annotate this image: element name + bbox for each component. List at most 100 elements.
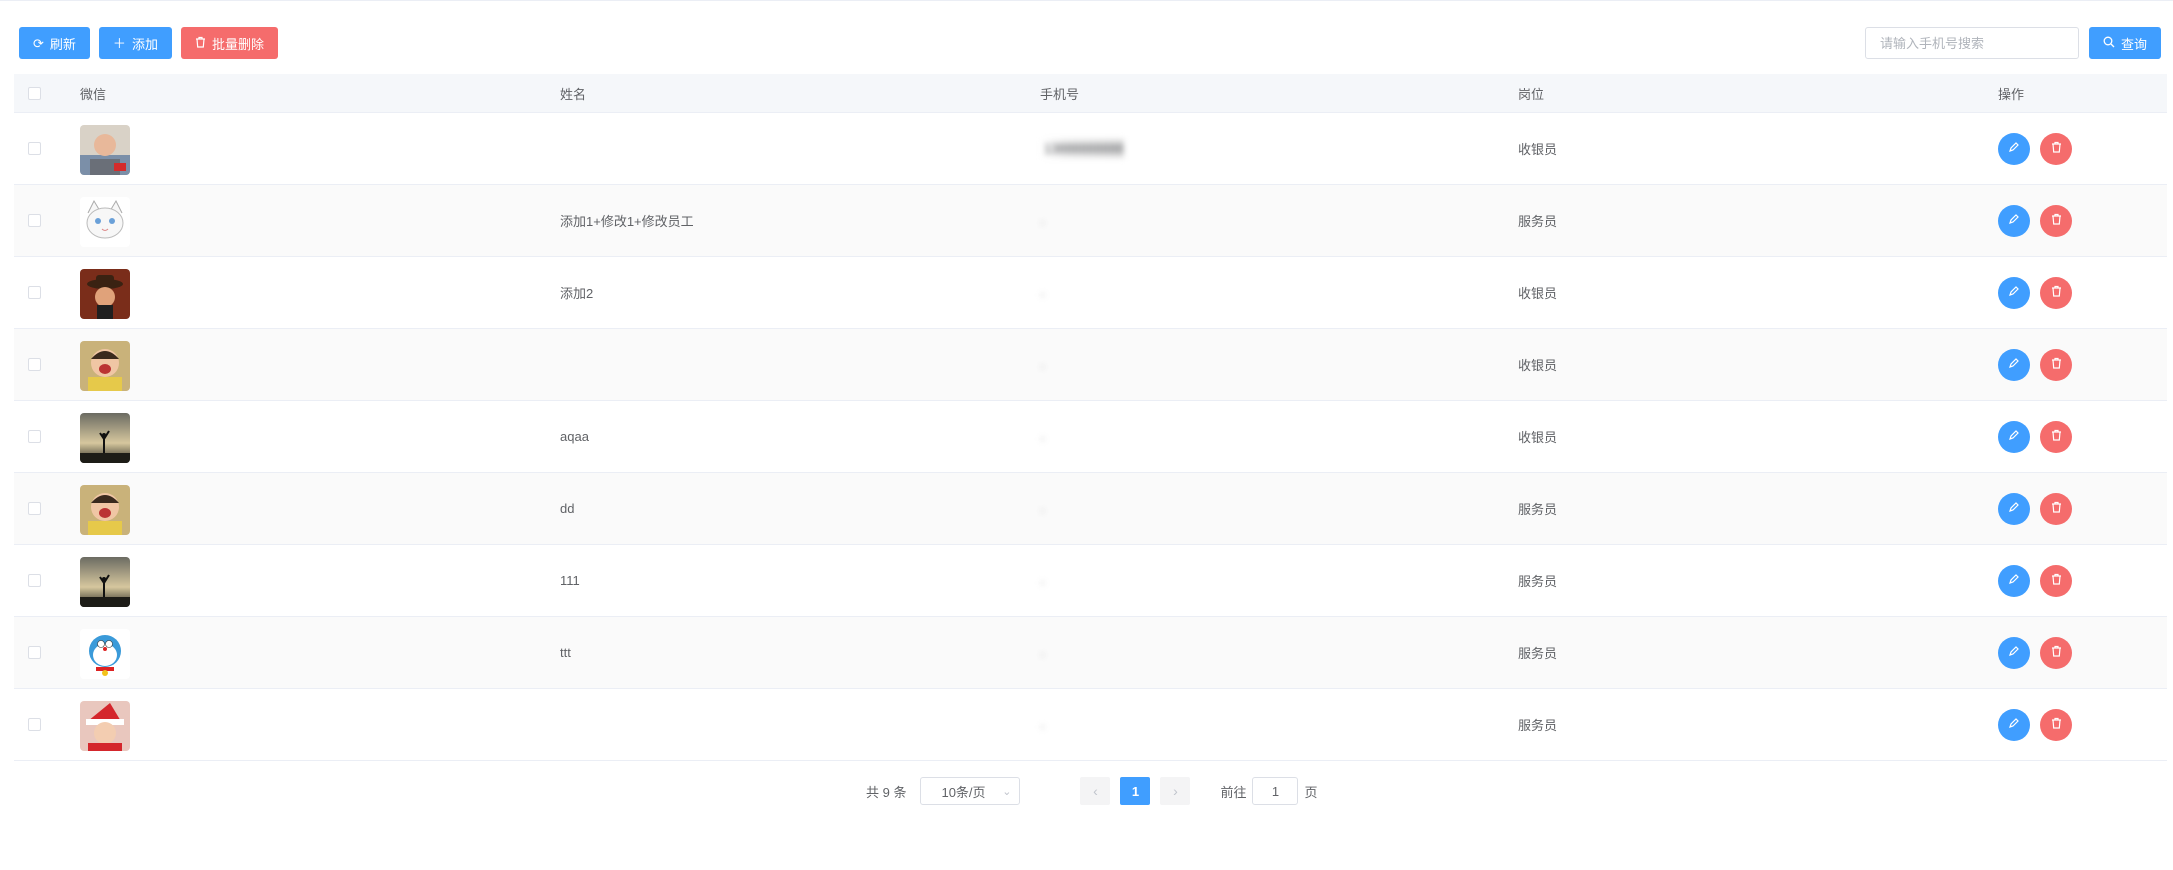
edit-button[interactable] [1998, 492, 2030, 525]
wechat-cell [80, 555, 560, 607]
goto-prefix: 前往 [1220, 784, 1247, 800]
delete-button[interactable] [2040, 420, 2072, 453]
delete-button[interactable] [2040, 276, 2072, 309]
staff-name: 111 [560, 573, 580, 588]
delete-button[interactable] [2040, 132, 2072, 165]
edit-button[interactable] [1998, 708, 2030, 741]
trash-icon [195, 36, 206, 50]
staff-role: 服务员 [1518, 718, 1558, 733]
row-checkbox[interactable] [28, 214, 41, 227]
delete-button[interactable] [2040, 636, 2072, 669]
chevron-down-icon: ⌄ [1002, 785, 1012, 798]
search-label: 查询 [2120, 36, 2147, 52]
header-role: 岗位 [1518, 86, 1545, 102]
row-checkbox[interactable] [28, 142, 41, 155]
wechat-cell [80, 339, 560, 391]
edit-button[interactable] [1998, 132, 2030, 165]
select-all-checkbox[interactable] [28, 86, 41, 100]
batch-delete-button[interactable]: 批量删除 [180, 27, 278, 59]
avatar [80, 628, 130, 679]
staff-role: 收银员 [1518, 358, 1558, 373]
edit-button[interactable] [1998, 564, 2030, 597]
table-row: dd 服务员 [14, 473, 2167, 545]
page-number-current[interactable]: 1 [1120, 777, 1151, 805]
trash-icon [2051, 573, 2062, 588]
header-wechat: 微信 [80, 86, 107, 102]
row-checkbox[interactable] [28, 646, 41, 659]
total-count: 共 9 条 [866, 784, 907, 800]
staff-role: 收银员 [1518, 286, 1558, 301]
page-size-select[interactable]: 10条/页 ⌄ [920, 777, 1021, 805]
trash-icon [2051, 429, 2062, 444]
trash-icon [2051, 213, 2062, 228]
add-button[interactable]: ＋ 添加 [98, 27, 172, 59]
edit-icon [2008, 429, 2020, 444]
row-checkbox[interactable] [28, 358, 41, 371]
avatar [80, 124, 130, 175]
staff-role: 服务员 [1518, 502, 1558, 517]
search-icon [2103, 36, 2115, 50]
staff-table: 微信 姓名 手机号 岗位 操作 13888888888 收银员 添加1+修改1+… [14, 74, 2167, 761]
table-body: 13888888888 收银员 添加1+修改1+修改员工 服务员 添加2 收银员… [14, 113, 2167, 761]
avatar [80, 196, 130, 247]
staff-phone [1040, 653, 1044, 657]
table-row: ttt 服务员 [14, 617, 2167, 689]
table-row: 收银员 [14, 329, 2167, 401]
delete-button[interactable] [2040, 348, 2072, 381]
avatar [80, 412, 130, 463]
table-row: 添加1+修改1+修改员工 服务员 [14, 185, 2167, 257]
next-page-button[interactable]: › [1160, 777, 1191, 805]
wechat-cell [80, 699, 560, 751]
search-bar: 查询 [1865, 27, 2161, 59]
row-checkbox[interactable] [28, 430, 41, 443]
staff-phone [1040, 221, 1044, 225]
row-checkbox[interactable] [28, 718, 41, 731]
wechat-cell [80, 483, 560, 535]
edit-button[interactable] [1998, 276, 2030, 309]
edit-button[interactable] [1998, 204, 2030, 237]
delete-button[interactable] [2040, 204, 2072, 237]
staff-name: 添加1+修改1+修改员工 [560, 214, 694, 229]
avatar [80, 268, 130, 319]
staff-name: ttt [560, 645, 571, 660]
staff-role: 服务员 [1518, 646, 1558, 661]
goto-page: 前往 页 [1220, 777, 1318, 805]
trash-icon [2051, 141, 2062, 156]
delete-button[interactable] [2040, 492, 2072, 525]
goto-suffix: 页 [1304, 784, 1318, 800]
top-divider [0, 0, 2173, 1]
table-header: 微信 姓名 手机号 岗位 操作 [14, 74, 2167, 113]
staff-role: 收银员 [1518, 430, 1558, 445]
refresh-icon: ⟳ [33, 35, 44, 51]
staff-phone [1040, 509, 1044, 513]
edit-icon [2008, 285, 2020, 300]
avatar [80, 700, 130, 751]
staff-role: 服务员 [1518, 214, 1558, 229]
goto-page-input[interactable] [1252, 777, 1299, 805]
edit-button[interactable] [1998, 420, 2030, 453]
edit-icon [2008, 717, 2020, 732]
table-row: 服务员 [14, 689, 2167, 761]
avatar [80, 556, 130, 607]
phone-search-input[interactable] [1865, 27, 2079, 59]
row-checkbox[interactable] [28, 574, 41, 587]
chevron-right-icon: › [1173, 783, 1178, 799]
staff-phone [1040, 293, 1044, 297]
staff-role: 服务员 [1518, 574, 1558, 589]
edit-button[interactable] [1998, 636, 2030, 669]
chevron-left-icon: ‹ [1093, 783, 1098, 799]
edit-button[interactable] [1998, 348, 2030, 381]
add-label: 添加 [131, 36, 158, 52]
page-size-value: 10条/页 [941, 784, 986, 800]
row-checkbox[interactable] [28, 286, 41, 299]
refresh-button[interactable]: ⟳ 刷新 [19, 27, 90, 59]
delete-button[interactable] [2040, 708, 2072, 741]
toolbar: ⟳ 刷新 ＋ 添加 批量删除 [19, 27, 278, 59]
prev-page-button[interactable]: ‹ [1080, 777, 1111, 805]
row-checkbox[interactable] [28, 502, 41, 515]
table-row: 111 服务员 [14, 545, 2167, 617]
avatar [80, 340, 130, 391]
delete-button[interactable] [2040, 564, 2072, 597]
edit-icon [2008, 573, 2020, 588]
search-button[interactable]: 查询 [2089, 27, 2161, 59]
